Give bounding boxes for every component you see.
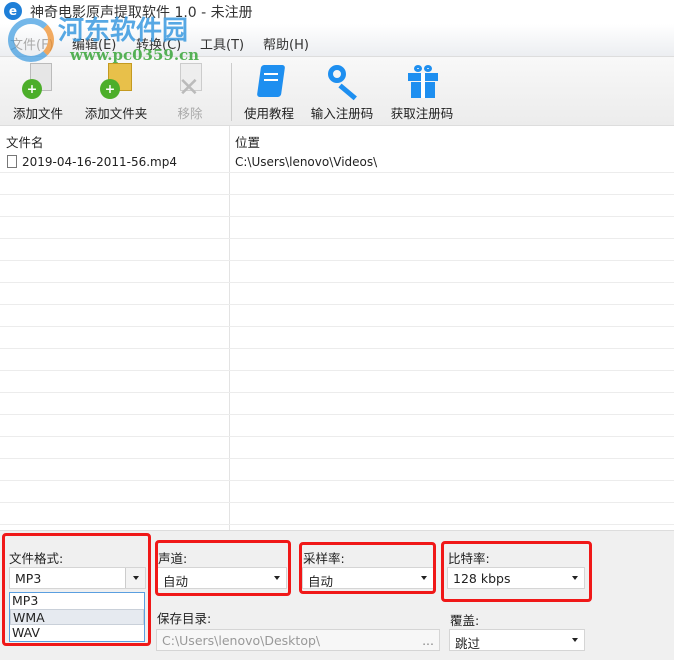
file-location: C:\Users\lenovo\Videos\ [235,155,378,169]
menu-bar: 文件(F) 编辑(E) 转换(C) 工具(T) 帮助(H) [0,24,674,56]
gift-icon [404,63,440,99]
column-divider [229,126,230,530]
overwrite-label: 覆盖: [450,613,480,628]
file-list[interactable]: 文件名 位置 2019-04-16-2011-56.mp4 C:\Users\l… [0,126,674,530]
menu-help[interactable]: 帮助(H) [263,34,309,53]
chevron-down-icon [572,638,578,642]
book-icon [251,63,287,99]
table-row[interactable]: 2019-04-16-2011-56.mp4 C:\Users\lenovo\V… [0,152,674,172]
remove-icon: ✕ [172,63,208,103]
add-file-icon: + [20,63,56,99]
toolbar-separator [231,63,232,121]
key-icon [324,63,360,101]
toolbar: + 添加文件 + 添加文件夹 ✕ 移除 使用教程 输入注册码 获取注册码 [0,56,674,126]
file-icon [7,155,17,168]
highlight-box [441,541,592,602]
file-name: 2019-04-16-2011-56.mp4 [22,155,177,169]
menu-file[interactable]: 文件(F) [10,34,54,53]
tutorial-button[interactable]: 使用教程 [240,63,298,122]
enter-code-button[interactable]: 输入注册码 [306,63,378,122]
column-header-name[interactable]: 文件名 [6,132,44,151]
menu-edit[interactable]: 编辑(E) [72,34,116,53]
menu-tools[interactable]: 工具(T) [200,34,244,53]
app-icon: e [4,2,22,20]
remove-button[interactable]: ✕ 移除 [164,63,216,122]
browse-button[interactable]: ... [422,633,434,648]
window-title: 神奇电影原声提取软件 1.0 - 未注册 [30,5,253,21]
save-dir-input[interactable]: C:\Users\lenovo\Desktop\... [156,629,440,651]
add-file-button[interactable]: + 添加文件 [8,63,68,122]
highlight-box [2,533,151,646]
highlight-box [299,542,436,594]
highlight-box [155,540,291,596]
overwrite-select[interactable]: 跳过 [449,629,585,651]
menu-convert[interactable]: 转换(C) [136,34,181,53]
get-code-button[interactable]: 获取注册码 [386,63,458,122]
title-bar: e 神奇电影原声提取软件 1.0 - 未注册 [0,0,674,24]
add-folder-icon: + [98,63,134,99]
add-folder-button[interactable]: + 添加文件夹 [78,63,154,122]
column-header-location[interactable]: 位置 [235,132,260,151]
save-dir-label: 保存目录: [157,611,212,626]
